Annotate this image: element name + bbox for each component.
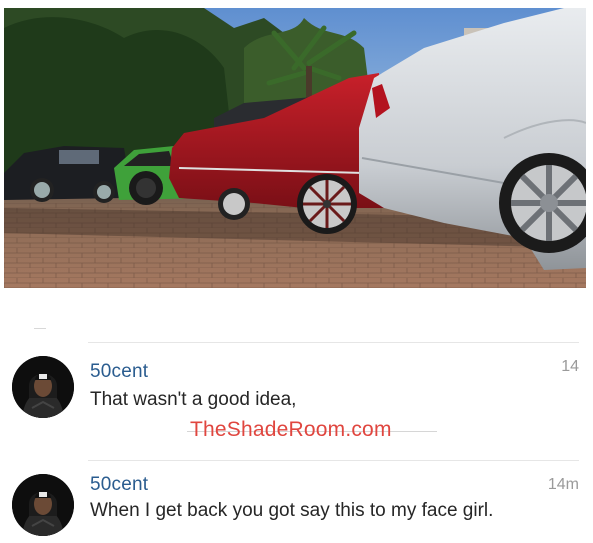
comment-timestamp: 14m [547,476,579,493]
comment-timestamp: 14 [561,358,579,375]
comment-text: When I get back you got say this to my f… [90,500,494,521]
avatar[interactable] [12,356,74,418]
comment-username[interactable]: 50cent [90,361,148,383]
comment-divider [88,342,579,343]
comment-username[interactable]: 50cent [90,474,148,496]
avatar[interactable] [12,474,74,536]
user-avatar-icon [12,474,74,536]
watermark-text: TheShadeRoom.com [190,418,392,441]
divider [34,328,46,329]
cars-photo-image [4,8,586,288]
post-photo[interactable] [4,8,586,288]
user-avatar-icon [12,356,74,418]
comment-text: That wasn't a good idea, [90,389,297,410]
comment-divider [88,460,579,461]
